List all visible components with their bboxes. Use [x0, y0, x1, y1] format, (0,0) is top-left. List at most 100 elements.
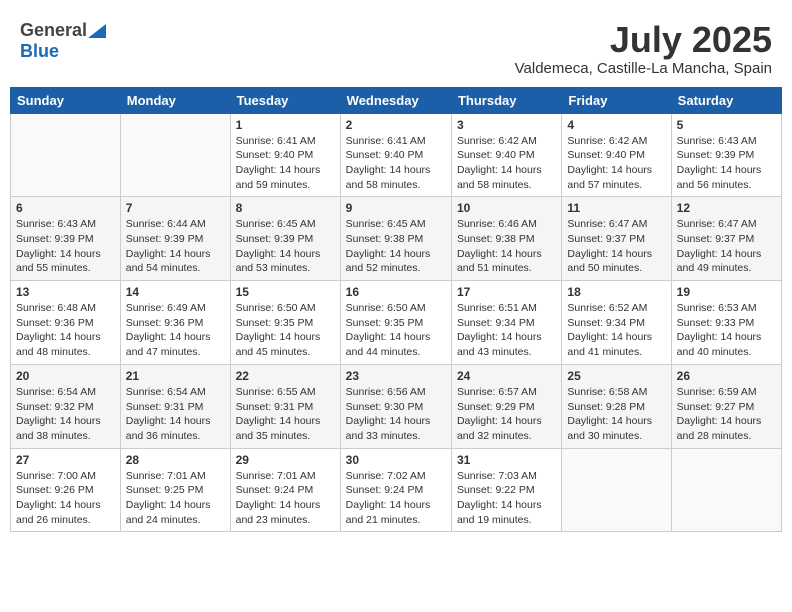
calendar-cell: 15 Sunrise: 6:50 AM Sunset: 9:35 PM Dayli…: [230, 281, 340, 365]
day-info: Sunrise: 6:50 AM Sunset: 9:35 PM Dayligh…: [346, 301, 446, 360]
day-number: 21: [126, 369, 225, 383]
day-info: Sunrise: 7:01 AM Sunset: 9:25 PM Dayligh…: [126, 469, 225, 528]
day-number: 4: [567, 118, 665, 132]
calendar-cell: 7Sunrise: 6:44 AM Sunset: 9:39 PM Daylig…: [120, 197, 230, 281]
weekday-header-wednesday: Wednesday: [340, 87, 451, 113]
day-number: 18: [567, 285, 665, 299]
calendar-table: SundayMondayTuesdayWednesdayThursdayFrid…: [10, 87, 782, 533]
day-info: Sunrise: 6:49 AM Sunset: 9:36 PM Dayligh…: [126, 301, 225, 360]
day-number: 9: [346, 201, 446, 215]
day-info: Sunrise: 6:57 AM Sunset: 9:29 PM Dayligh…: [457, 385, 556, 444]
location-subtitle: Valdemeca, Castille-La Mancha, Spain: [515, 60, 772, 77]
day-info: Sunrise: 6:44 AM Sunset: 9:39 PM Dayligh…: [126, 217, 225, 276]
day-info: Sunrise: 6:54 AM Sunset: 9:31 PM Dayligh…: [126, 385, 225, 444]
calendar-cell: 28 Sunrise: 7:01 AM Sunset: 9:25 PM Dayli…: [120, 448, 230, 532]
day-info: Sunrise: 6:54 AM Sunset: 9:32 PM Dayligh…: [16, 385, 115, 444]
day-info: Sunrise: 6:53 AM Sunset: 9:33 PM Dayligh…: [677, 301, 776, 360]
calendar-cell: 18Sunrise: 6:52 AM Sunset: 9:34 PM Dayli…: [562, 281, 671, 365]
logo-blue-text: Blue: [20, 41, 59, 61]
day-number: 19: [677, 285, 776, 299]
calendar-cell: 8Sunrise: 6:45 AM Sunset: 9:39 PM Daylig…: [230, 197, 340, 281]
weekday-header-thursday: Thursday: [451, 87, 561, 113]
calendar-cell: 30 Sunrise: 7:02 AM Sunset: 9:24 PM Dayli…: [340, 448, 451, 532]
day-info: Sunrise: 7:01 AM Sunset: 9:24 PM Dayligh…: [236, 469, 335, 528]
weekday-header-friday: Friday: [562, 87, 671, 113]
calendar-cell: 13Sunrise: 6:48 AM Sunset: 9:36 PM Dayli…: [11, 281, 121, 365]
calendar-cell: 22 Sunrise: 6:55 AM Sunset: 9:31 PM Dayli…: [230, 364, 340, 448]
day-number: 2: [346, 118, 446, 132]
day-info: Sunrise: 6:58 AM Sunset: 9:28 PM Dayligh…: [567, 385, 665, 444]
day-info: Sunrise: 6:45 AM Sunset: 9:38 PM Dayligh…: [346, 217, 446, 276]
calendar-cell: 24 Sunrise: 6:57 AM Sunset: 9:29 PM Dayli…: [451, 364, 561, 448]
day-number: 14: [126, 285, 225, 299]
day-number: 10: [457, 201, 556, 215]
day-info: Sunrise: 6:42 AM Sunset: 9:40 PM Dayligh…: [457, 134, 556, 193]
day-number: 6: [16, 201, 115, 215]
weekday-header-tuesday: Tuesday: [230, 87, 340, 113]
day-info: Sunrise: 6:47 AM Sunset: 9:37 PM Dayligh…: [677, 217, 776, 276]
calendar-cell: [671, 448, 781, 532]
day-info: Sunrise: 6:43 AM Sunset: 9:39 PM Dayligh…: [677, 134, 776, 193]
calendar-cell: 29 Sunrise: 7:01 AM Sunset: 9:24 PM Dayli…: [230, 448, 340, 532]
day-info: Sunrise: 6:43 AM Sunset: 9:39 PM Dayligh…: [16, 217, 115, 276]
day-info: Sunrise: 7:02 AM Sunset: 9:24 PM Dayligh…: [346, 469, 446, 528]
calendar-week-row: 1 Sunrise: 6:41 AM Sunset: 9:40 PM Daylig…: [11, 113, 782, 197]
calendar-cell: 11Sunrise: 6:47 AM Sunset: 9:37 PM Dayli…: [562, 197, 671, 281]
calendar-cell: 27 Sunrise: 7:00 AM Sunset: 9:26 PM Dayli…: [11, 448, 121, 532]
calendar-cell: 16 Sunrise: 6:50 AM Sunset: 9:35 PM Dayli…: [340, 281, 451, 365]
day-number: 27: [16, 453, 115, 467]
day-number: 13: [16, 285, 115, 299]
day-number: 15: [236, 285, 335, 299]
calendar-cell: 5Sunrise: 6:43 AM Sunset: 9:39 PM Daylig…: [671, 113, 781, 197]
logo-general-text: General: [20, 20, 87, 41]
weekday-header-sunday: Sunday: [11, 87, 121, 113]
calendar-cell: 20 Sunrise: 6:54 AM Sunset: 9:32 PM Dayli…: [11, 364, 121, 448]
calendar-cell: [562, 448, 671, 532]
day-number: 20: [16, 369, 115, 383]
month-year-title: July 2025: [515, 20, 772, 60]
day-info: Sunrise: 6:47 AM Sunset: 9:37 PM Dayligh…: [567, 217, 665, 276]
day-number: 31: [457, 453, 556, 467]
calendar-cell: 2Sunrise: 6:41 AM Sunset: 9:40 PM Daylig…: [340, 113, 451, 197]
day-number: 28: [126, 453, 225, 467]
title-area: July 2025 Valdemeca, Castille-La Mancha,…: [515, 20, 772, 77]
day-number: 29: [236, 453, 335, 467]
day-number: 25: [567, 369, 665, 383]
logo-triangle-icon: [88, 24, 106, 38]
calendar-cell: 26 Sunrise: 6:59 AM Sunset: 9:27 PM Dayli…: [671, 364, 781, 448]
day-number: 8: [236, 201, 335, 215]
day-number: 26: [677, 369, 776, 383]
logo: General Blue: [20, 20, 107, 62]
calendar-header-row: SundayMondayTuesdayWednesdayThursdayFrid…: [11, 87, 782, 113]
day-info: Sunrise: 6:46 AM Sunset: 9:38 PM Dayligh…: [457, 217, 556, 276]
day-info: Sunrise: 6:55 AM Sunset: 9:31 PM Dayligh…: [236, 385, 335, 444]
day-info: Sunrise: 6:42 AM Sunset: 9:40 PM Dayligh…: [567, 134, 665, 193]
page-header: General Blue July 2025 Valdemeca, Castil…: [10, 10, 782, 82]
calendar-week-row: 13Sunrise: 6:48 AM Sunset: 9:36 PM Dayli…: [11, 281, 782, 365]
calendar-cell: 4 Sunrise: 6:42 AM Sunset: 9:40 PM Daylig…: [562, 113, 671, 197]
day-info: Sunrise: 6:41 AM Sunset: 9:40 PM Dayligh…: [236, 134, 335, 193]
calendar-cell: 23Sunrise: 6:56 AM Sunset: 9:30 PM Dayli…: [340, 364, 451, 448]
day-number: 17: [457, 285, 556, 299]
calendar-cell: 25 Sunrise: 6:58 AM Sunset: 9:28 PM Dayli…: [562, 364, 671, 448]
calendar-cell: 31 Sunrise: 7:03 AM Sunset: 9:22 PM Dayli…: [451, 448, 561, 532]
calendar-cell: [11, 113, 121, 197]
calendar-cell: 6 Sunrise: 6:43 AM Sunset: 9:39 PM Daylig…: [11, 197, 121, 281]
day-number: 1: [236, 118, 335, 132]
day-info: Sunrise: 7:03 AM Sunset: 9:22 PM Dayligh…: [457, 469, 556, 528]
day-info: Sunrise: 6:59 AM Sunset: 9:27 PM Dayligh…: [677, 385, 776, 444]
calendar-cell: 3Sunrise: 6:42 AM Sunset: 9:40 PM Daylig…: [451, 113, 561, 197]
day-number: 22: [236, 369, 335, 383]
weekday-header-saturday: Saturday: [671, 87, 781, 113]
day-info: Sunrise: 6:51 AM Sunset: 9:34 PM Dayligh…: [457, 301, 556, 360]
day-number: 30: [346, 453, 446, 467]
day-number: 12: [677, 201, 776, 215]
calendar-cell: 1 Sunrise: 6:41 AM Sunset: 9:40 PM Daylig…: [230, 113, 340, 197]
calendar-week-row: 20 Sunrise: 6:54 AM Sunset: 9:32 PM Dayli…: [11, 364, 782, 448]
calendar-cell: 12 Sunrise: 6:47 AM Sunset: 9:37 PM Dayli…: [671, 197, 781, 281]
calendar-cell: 17 Sunrise: 6:51 AM Sunset: 9:34 PM Dayli…: [451, 281, 561, 365]
day-info: Sunrise: 6:50 AM Sunset: 9:35 PM Dayligh…: [236, 301, 335, 360]
day-info: Sunrise: 7:00 AM Sunset: 9:26 PM Dayligh…: [16, 469, 115, 528]
day-number: 24: [457, 369, 556, 383]
day-number: 16: [346, 285, 446, 299]
